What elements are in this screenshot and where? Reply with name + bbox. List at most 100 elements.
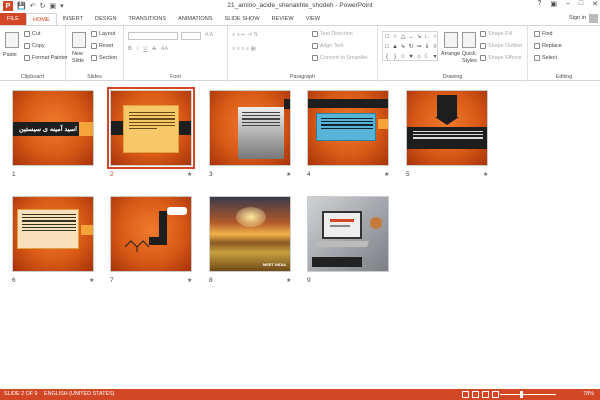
reading-view-icon[interactable] [482, 391, 489, 398]
shape-icon[interactable]: ☾ [423, 52, 431, 62]
shape-effects-button[interactable]: Shape Effects [480, 55, 521, 61]
arrange-button[interactable]: Arrange [441, 51, 460, 57]
strikethrough-button[interactable]: S [152, 46, 156, 52]
shape-icon[interactable]: } [391, 52, 399, 62]
animation-indicator-icon[interactable]: ★ [187, 277, 192, 284]
maximize-icon[interactable]: □ [579, 0, 583, 8]
new-slide-icon[interactable] [72, 32, 86, 48]
zoom-slider-handle[interactable] [520, 391, 524, 398]
language-label[interactable]: ENGLISH (UNITED STATES) [44, 391, 114, 397]
font-size-input[interactable] [181, 32, 201, 40]
format-painter-button[interactable]: Format Painter [24, 55, 68, 61]
section-button[interactable]: Section [91, 55, 117, 61]
quick-styles-button[interactable]: Quick [462, 51, 476, 57]
animation-indicator-icon[interactable]: ★ [286, 277, 291, 284]
animation-indicator-icon[interactable]: ★ [384, 171, 389, 178]
italic-button[interactable]: I [137, 46, 139, 52]
tab-home[interactable]: HOME [25, 13, 57, 25]
tab-insert[interactable]: INSERT [57, 13, 89, 25]
tab-file[interactable]: FILE [0, 13, 26, 25]
shape-icon[interactable]: ♥ [407, 52, 415, 62]
new-slide-button-line2[interactable]: Slide [72, 58, 84, 64]
slide-number: 5 [406, 171, 410, 178]
replace-button[interactable]: Replace [534, 43, 562, 49]
shape-icon[interactable]: ▾ [431, 52, 439, 62]
close-icon[interactable]: ✕ [592, 0, 598, 8]
help-icon[interactable]: ? [537, 0, 541, 8]
shape-icon[interactable]: ◊ [431, 42, 439, 52]
tab-transitions[interactable]: TRANSITIONS [122, 13, 172, 25]
shape-icon[interactable]: ⇒ [415, 42, 423, 52]
zoom-percentage[interactable]: 78% [583, 391, 594, 397]
tab-review[interactable]: REVIEW [266, 13, 300, 25]
shape-icon[interactable]: ↻ [407, 42, 415, 52]
account-avatar[interactable] [589, 14, 598, 23]
shape-outline-button[interactable]: Shape Outline [480, 43, 522, 49]
slide-thumbnail-7[interactable] [110, 196, 192, 272]
slide-sorter-view-icon[interactable] [472, 391, 479, 398]
shape-fill-button[interactable]: Shape Fill [480, 31, 512, 37]
normal-view-icon[interactable] [462, 391, 469, 398]
underline-button[interactable]: U [143, 46, 147, 52]
convert-smartart-button[interactable]: Convert to SmartArt [312, 55, 368, 61]
slide-thumbnail-5[interactable] [406, 90, 488, 166]
cut-button[interactable]: Cut [24, 31, 40, 37]
shape-icon[interactable]: ↘ [415, 32, 423, 42]
copy-button[interactable]: Copy [24, 43, 45, 49]
select-button[interactable]: Select [534, 55, 557, 61]
slide-number: 6 [12, 277, 16, 284]
animation-indicator-icon[interactable]: ★ [89, 277, 94, 284]
slide-show-icon[interactable] [492, 391, 499, 398]
tab-animations[interactable]: ANIMATIONS [172, 13, 218, 25]
shapes-gallery[interactable]: □ ○ △ → ↘ ∟ ○ □ ▲ ↳ ↻ ⇒ ⇓ ◊ {} ☆ ♥ ☼ ☾ ▾ [382, 31, 438, 61]
quick-styles-icon[interactable] [462, 32, 476, 48]
char-spacing-button[interactable]: AA [161, 46, 168, 52]
align-text-button[interactable]: Align Text [312, 43, 343, 49]
paste-button[interactable]: Paste [3, 52, 17, 58]
shape-icon[interactable]: ▲ [391, 42, 399, 52]
shape-icon[interactable]: { [383, 52, 391, 62]
reset-button[interactable]: Reset [91, 43, 113, 49]
font-name-input[interactable] [128, 32, 178, 40]
shape-icon[interactable]: □ [383, 32, 391, 42]
animation-indicator-icon[interactable]: ★ [187, 171, 192, 178]
slide-thumbnail-3[interactable] [209, 90, 291, 166]
slide-thumbnail-8[interactable]: MEET INDIA [209, 196, 291, 272]
animation-indicator-icon[interactable]: ★ [483, 171, 488, 178]
bold-button[interactable]: B [128, 46, 132, 52]
slide-thumbnail-4[interactable] [307, 90, 389, 166]
shape-icon[interactable]: ○ [391, 32, 399, 42]
shape-icon[interactable]: → [407, 32, 415, 42]
layout-button[interactable]: Layout [91, 31, 115, 37]
shape-icon[interactable]: ↳ [399, 42, 407, 52]
shape-icon[interactable]: △ [399, 32, 407, 42]
arrange-icon[interactable] [444, 32, 458, 48]
tab-view[interactable]: VIEW [300, 13, 326, 25]
list-indent-buttons[interactable]: ≡ ≡ ⇤ ⇥ ⇅ [232, 32, 258, 38]
shape-icon[interactable]: ○ [431, 32, 439, 42]
tab-slide-show[interactable]: SLIDE SHOW [219, 13, 266, 25]
paste-icon[interactable] [5, 32, 19, 48]
shape-icon[interactable]: ☼ [415, 52, 423, 62]
shape-icon[interactable]: ∟ [423, 32, 431, 42]
quick-styles-button-line2[interactable]: Styles [462, 58, 477, 64]
text-direction-button[interactable]: Text Direction [312, 31, 353, 37]
animation-indicator-icon[interactable]: ★ [286, 171, 291, 178]
slide-thumbnail-2[interactable] [107, 87, 195, 169]
ribbon-display-options-icon[interactable]: ▣ [550, 0, 557, 8]
zoom-slider[interactable] [500, 391, 556, 398]
find-button[interactable]: Find [534, 31, 553, 37]
title-bar: P 💾 ↶ ↻ ▣ ▾ 21_amino_acide_shenakhte_sho… [0, 0, 600, 12]
shape-icon[interactable]: ⇓ [423, 42, 431, 52]
sign-in-link[interactable]: Sign in [569, 15, 586, 21]
minimize-icon[interactable]: – [566, 0, 570, 8]
slide-thumbnail-9[interactable] [307, 196, 389, 272]
slide-thumbnail-1[interactable]: اسید آمینه ی سیستین [12, 90, 94, 166]
new-slide-button[interactable]: New [72, 51, 83, 57]
alignment-buttons[interactable]: ≡ ≡ ≡ ≡ ▦ [232, 46, 256, 52]
slide-thumbnail-6[interactable] [12, 196, 94, 272]
shape-icon[interactable]: ☆ [399, 52, 407, 62]
grow-shrink-font-buttons[interactable]: A A [205, 32, 213, 38]
shape-icon[interactable]: □ [383, 42, 391, 52]
tab-design[interactable]: DESIGN [89, 13, 122, 25]
